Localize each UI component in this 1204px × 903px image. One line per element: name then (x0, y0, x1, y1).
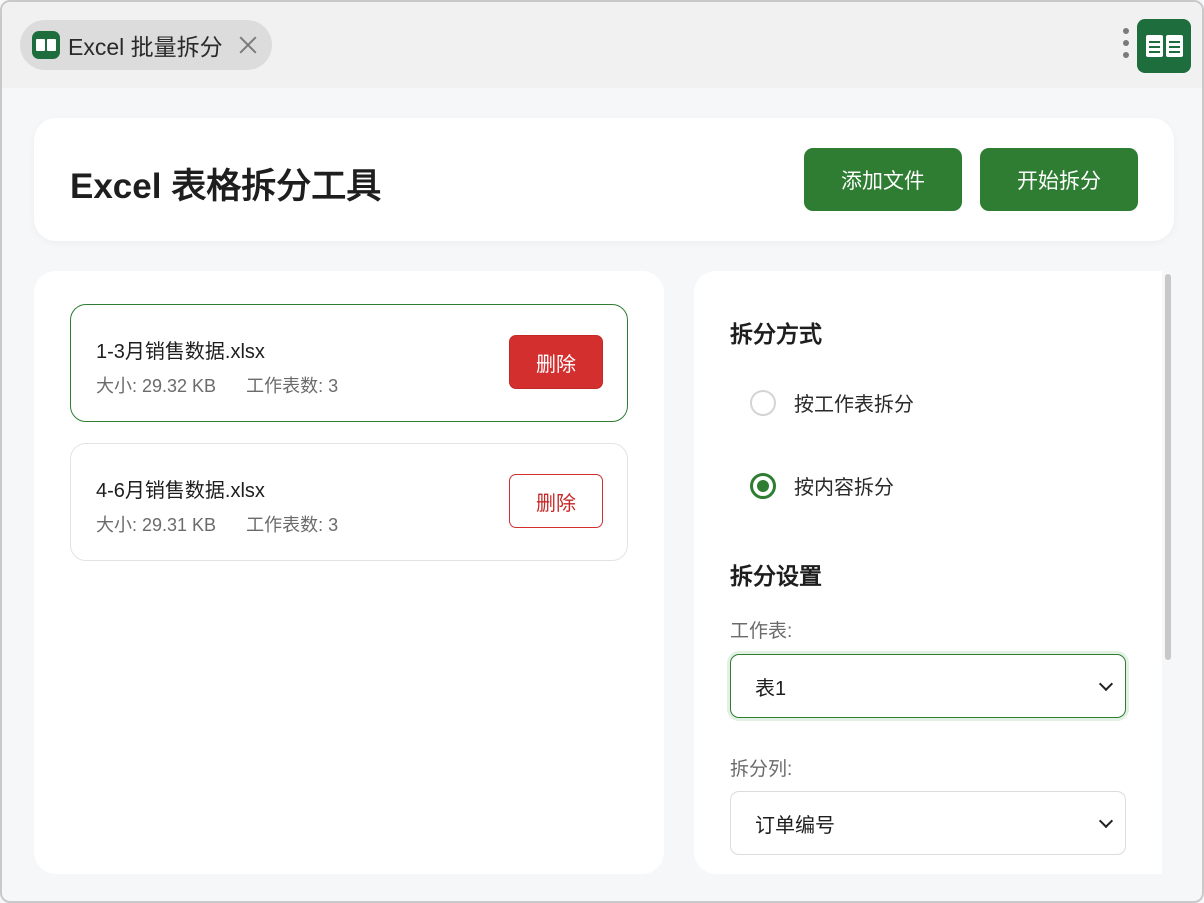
add-file-button[interactable]: 添加文件 (804, 148, 962, 211)
sheet-select[interactable]: 表1 (730, 654, 1126, 718)
file-name: 1-3月销售数据.xlsx (96, 341, 265, 363)
start-split-button[interactable]: 开始拆分 (980, 148, 1138, 211)
excel-app-icon (32, 31, 60, 59)
sheet-label: 工作表: (730, 621, 793, 642)
file-name: 4-6月销售数据.xlsx (96, 480, 265, 502)
file-card[interactable]: 1-3月销售数据.xlsx 大小: 29.32 KB 工作表数: 3 删除 (70, 304, 628, 422)
header-card: Excel 表格拆分工具 添加文件 开始拆分 (34, 118, 1174, 241)
title-bar: Excel 批量拆分 (2, 2, 1202, 88)
app-window: Excel 批量拆分 Excel 表格拆分工具 添加文件 开始拆分 1-3月销售… (0, 0, 1204, 903)
close-icon[interactable] (237, 34, 259, 56)
app-logo-icon (1137, 19, 1191, 73)
radio-button[interactable] (750, 389, 776, 416)
split-settings-title: 拆分设置 (730, 563, 822, 589)
radio-label: 按内容拆分 (794, 477, 894, 499)
delete-file-button[interactable]: 删除 (509, 335, 603, 389)
radio-label: 按工作表拆分 (794, 394, 914, 416)
settings-panel: 拆分方式 按工作表拆分 按内容拆分 拆分设置 工作表: 表1 拆分列: 订单编号 (694, 271, 1174, 874)
tab-title: Excel 批量拆分 (68, 34, 223, 60)
column-select[interactable]: 订单编号 (730, 791, 1126, 855)
radio-by-sheet[interactable]: 按工作表拆分 (750, 388, 914, 417)
delete-file-button[interactable]: 删除 (509, 474, 603, 528)
more-options-icon[interactable] (1120, 28, 1132, 62)
browser-tab[interactable]: Excel 批量拆分 (20, 20, 272, 70)
file-meta: 大小: 29.32 KB 工作表数: 3 (96, 376, 339, 396)
file-list-panel: 1-3月销售数据.xlsx 大小: 29.32 KB 工作表数: 3 删除 4-… (34, 271, 664, 874)
sheet-select-value: 表1 (755, 677, 787, 700)
page-title: Excel 表格拆分工具 (70, 167, 382, 206)
scrollbar-thumb[interactable] (1165, 274, 1171, 660)
split-mode-title: 拆分方式 (730, 321, 822, 347)
column-select-value: 订单编号 (755, 814, 835, 837)
file-meta: 大小: 29.31 KB 工作表数: 3 (96, 515, 339, 535)
column-label: 拆分列: (730, 759, 793, 780)
radio-by-content[interactable]: 按内容拆分 (750, 471, 894, 500)
radio-button-checked[interactable] (750, 472, 776, 499)
file-card[interactable]: 4-6月销售数据.xlsx 大小: 29.31 KB 工作表数: 3 删除 (70, 443, 628, 561)
chevron-down-icon (1098, 676, 1114, 692)
chevron-down-icon (1098, 813, 1114, 829)
